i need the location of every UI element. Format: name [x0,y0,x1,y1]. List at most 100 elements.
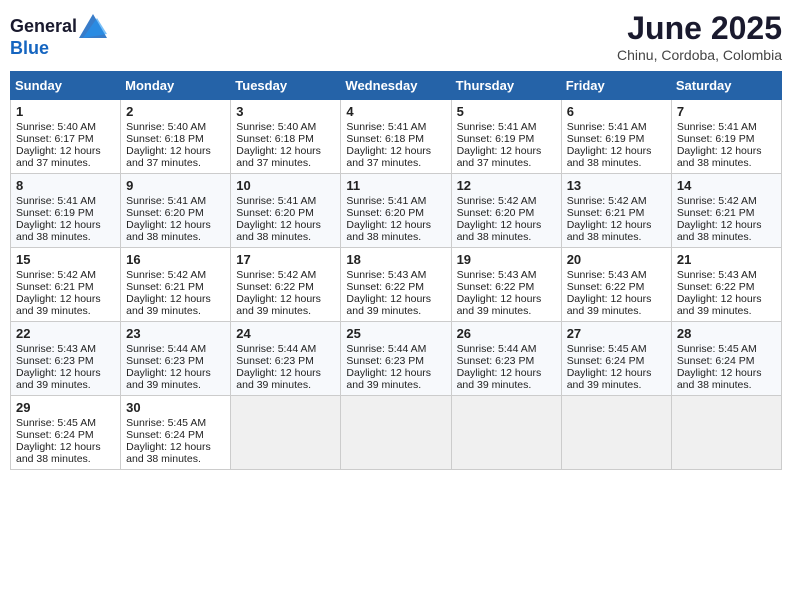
calendar-cell: 26Sunrise: 5:44 AMSunset: 6:23 PMDayligh… [451,322,561,396]
sunrise-text: Sunrise: 5:44 AM [236,343,335,355]
day-number: 20 [567,252,666,267]
calendar-cell: 22 Sunrise: 5:43 AMSunset: 6:23 PMDayligh… [11,322,121,396]
sunset-text: Sunset: 6:18 PM [236,133,335,145]
sunset-text: Sunset: 6:22 PM [677,281,776,293]
sunset-text: Sunset: 6:22 PM [346,281,445,293]
daylight-text: Daylight: 12 hours and 39 minutes. [346,293,445,317]
day-number: 18 [346,252,445,267]
day-number: 14 [677,178,776,193]
day-number: 27 [567,326,666,341]
sunrise-text: Sunrise: 5:42 AM [457,195,556,207]
week-row-2: 8 Sunrise: 5:41 AM Sunset: 6:19 PM Daylight… [11,174,782,248]
sunset-text: Sunset: 6:22 PM [567,281,666,293]
calendar-cell: 18 Sunrise: 5:43 AMSunset: 6:22 PMDayligh… [341,248,451,322]
month-title: June 2025 [617,10,782,47]
day-number: 12 [457,178,556,193]
day-number: 17 [236,252,335,267]
calendar-cell: 5Sunrise: 5:41 AMSunset: 6:19 PMDaylight… [451,100,561,174]
calendar-cell: 24Sunrise: 5:44 AMSunset: 6:23 PMDayligh… [231,322,341,396]
sunrise-text: Sunrise: 5:41 AM [126,195,225,207]
sunrise-text: Sunrise: 5:43 AM [677,269,776,281]
day-number: 21 [677,252,776,267]
calendar-cell: 25Sunrise: 5:44 AMSunset: 6:23 PMDayligh… [341,322,451,396]
sunset-text: Sunset: 6:19 PM [457,133,556,145]
sunset-text: Sunset: 6:20 PM [457,207,556,219]
calendar-cell: 6Sunrise: 5:41 AMSunset: 6:19 PMDaylight… [561,100,671,174]
day-number: 26 [457,326,556,341]
calendar-cell: 29Sunrise: 5:45 AMSunset: 6:24 PMDayligh… [11,396,121,470]
sunrise-text: Sunrise: 5:41 AM [346,121,445,133]
sunrise-text: Sunrise: 5:45 AM [16,417,115,429]
header: General Blue June 2025 Chinu, Cordoba, C… [10,10,782,63]
calendar-cell [341,396,451,470]
calendar-cell: 7Sunrise: 5:41 AMSunset: 6:19 PMDaylight… [671,100,781,174]
sunset-text: Sunset: 6:20 PM [346,207,445,219]
sunrise-text: Sunrise: 5:45 AM [677,343,776,355]
daylight-text: Daylight: 12 hours and 39 minutes. [457,293,556,317]
sunset-text: Sunset: 6:17 PM [16,133,115,145]
calendar: SundayMondayTuesdayWednesdayThursdayFrid… [10,71,782,470]
calendar-cell [671,396,781,470]
sunset-text: Sunset: 6:22 PM [236,281,335,293]
day-number: 13 [567,178,666,193]
daylight-text: Daylight: 12 hours and 37 minutes. [457,145,556,169]
day-number: 23 [126,326,225,341]
sunrise-text: Sunrise: 5:41 AM [457,121,556,133]
sunset-text: Sunset: 6:23 PM [16,355,115,367]
calendar-cell [231,396,341,470]
sunrise-text: Sunrise: 5:43 AM [346,269,445,281]
sunrise-text: Sunrise: 5:42 AM [567,195,666,207]
sunrise-text: Sunrise: 5:45 AM [567,343,666,355]
sunset-text: Sunset: 6:23 PM [126,355,225,367]
daylight-text: Daylight: 12 hours and 39 minutes. [16,367,115,391]
sunset-text: Sunset: 6:18 PM [346,133,445,145]
sunset-text: Sunset: 6:19 PM [677,133,776,145]
weekday-saturday: Saturday [671,72,781,100]
subtitle: Chinu, Cordoba, Colombia [617,47,782,63]
day-number: 1 [16,104,115,119]
weekday-monday: Monday [121,72,231,100]
logo: General Blue [10,14,107,59]
calendar-cell: 11Sunrise: 5:41 AMSunset: 6:20 PMDayligh… [341,174,451,248]
week-row-3: 15Sunrise: 5:42 AMSunset: 6:21 PMDayligh… [11,248,782,322]
sunrise-text: Sunrise: 5:42 AM [126,269,225,281]
calendar-cell: 20Sunrise: 5:43 AMSunset: 6:22 PMDayligh… [561,248,671,322]
sunrise-text: Sunrise: 5:40 AM [16,121,115,133]
calendar-cell: 21Sunrise: 5:43 AMSunset: 6:22 PMDayligh… [671,248,781,322]
daylight-text: Daylight: 12 hours and 39 minutes. [346,367,445,391]
daylight-text: Daylight: 12 hours and 39 minutes. [16,293,115,317]
sunrise-text: Sunrise: 5:41 AM [677,121,776,133]
daylight-text: Daylight: 12 hours and 37 minutes. [346,145,445,169]
daylight-text: Daylight: 12 hours and 38 minutes. [16,441,115,465]
daylight-text: Daylight: 12 hours and 38 minutes. [677,367,776,391]
daylight-text: Daylight: 12 hours and 38 minutes. [457,219,556,243]
daylight-text: Daylight: 12 hours and 37 minutes. [126,145,225,169]
sunset-text: Sunset: 6:24 PM [126,429,225,441]
sunset-text: Sunset: 6:21 PM [16,281,115,293]
calendar-cell: 10Sunrise: 5:41 AMSunset: 6:20 PMDayligh… [231,174,341,248]
day-number: 22 [16,326,115,341]
weekday-tuesday: Tuesday [231,72,341,100]
daylight-text: Daylight: 12 hours and 38 minutes. [126,441,225,465]
sunset-text: Sunset: 6:23 PM [457,355,556,367]
sunset-text: Sunset: 6:21 PM [126,281,225,293]
calendar-cell: 8Sunrise: 5:41 AMSunset: 6:19 PMDaylight… [11,174,121,248]
calendar-cell [451,396,561,470]
sunrise-text: Sunrise: 5:42 AM [16,269,115,281]
calendar-cell: 2Sunrise: 5:40 AMSunset: 6:18 PMDaylight… [121,100,231,174]
day-number: 30 [126,400,225,415]
day-number: 24 [236,326,335,341]
daylight-text: Daylight: 12 hours and 37 minutes. [236,145,335,169]
day-number: 8 [16,178,115,193]
sunrise-text: Sunrise: 5:44 AM [346,343,445,355]
sunrise-text: Sunrise: 5:43 AM [16,343,115,355]
week-row-1: 1 Sunrise: 5:40 AMSunset: 6:17 PM Daylight… [11,100,782,174]
logo-blue: Blue [10,38,49,58]
sunset-text: Sunset: 6:21 PM [677,207,776,219]
daylight-text: Daylight: 12 hours and 38 minutes. [567,145,666,169]
calendar-cell: 4Sunrise: 5:41 AMSunset: 6:18 PMDaylight… [341,100,451,174]
sunset-text: Sunset: 6:19 PM [16,207,115,219]
day-number: 29 [16,400,115,415]
calendar-cell: 17Sunrise: 5:42 AMSunset: 6:22 PMDayligh… [231,248,341,322]
daylight-text: Daylight: 12 hours and 38 minutes. [677,145,776,169]
